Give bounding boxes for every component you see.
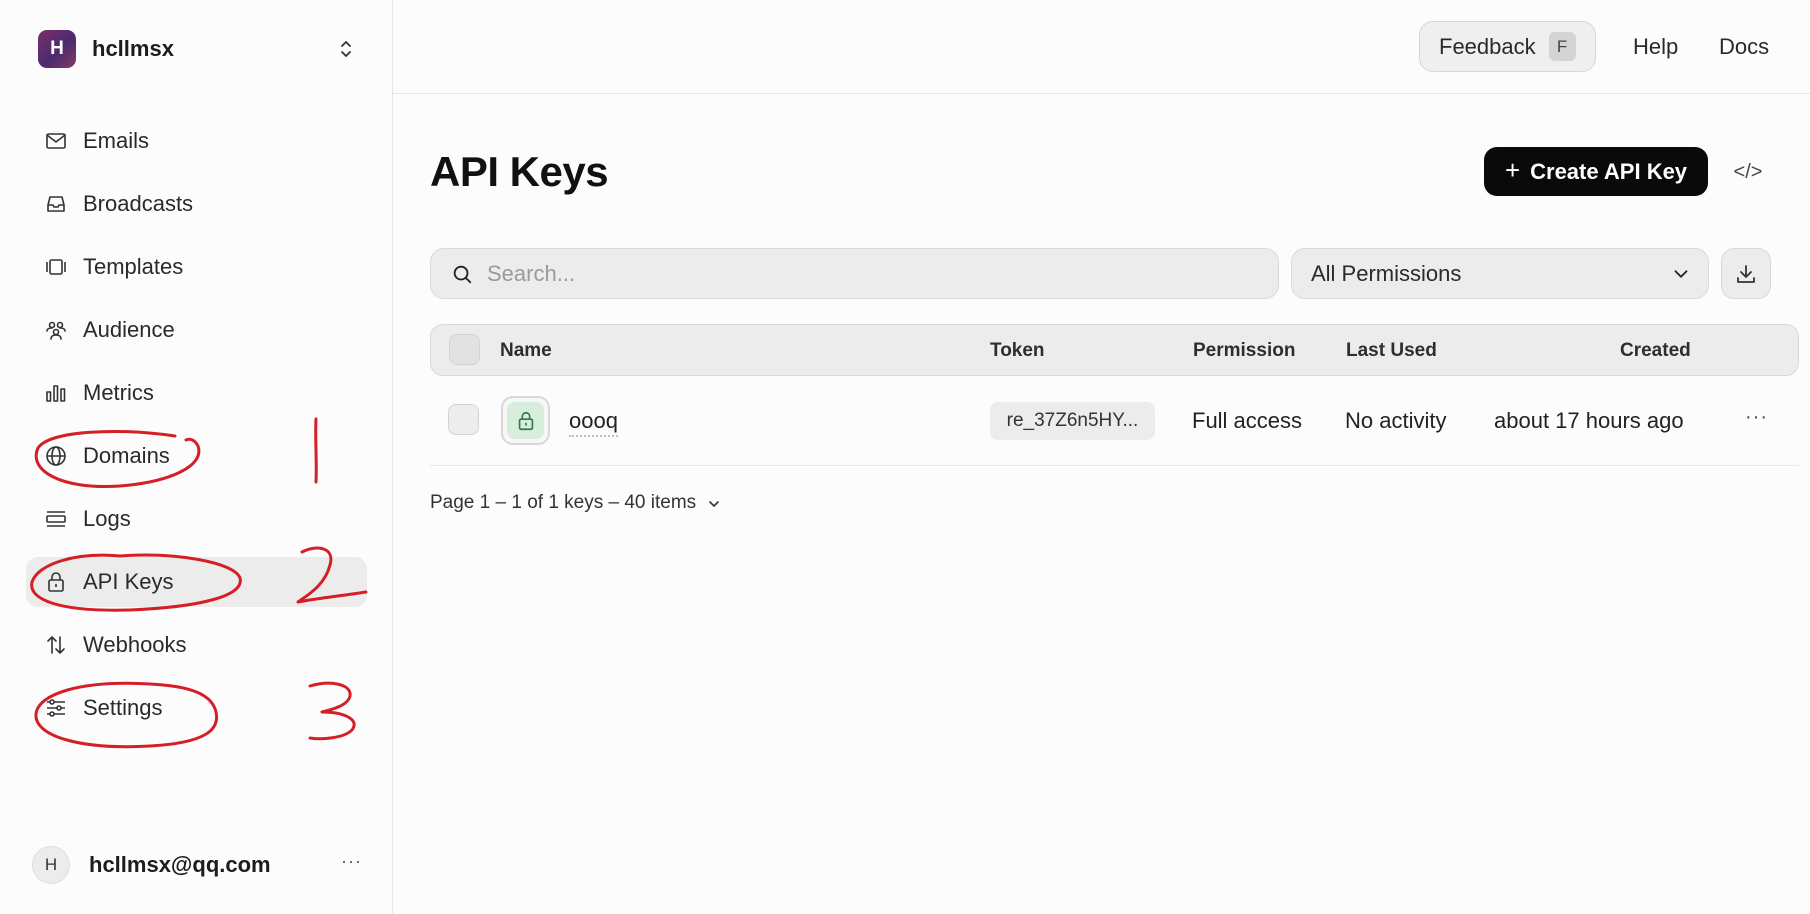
sidebar-item-label: Webhooks: [83, 632, 187, 657]
sidebar-item-label: Metrics: [83, 380, 154, 405]
create-api-key-label: Create API Key: [1530, 158, 1688, 184]
sidebar-item-label: API Keys: [83, 569, 174, 594]
sidebar-nav: Emails Broadcasts Templates Audience Met…: [26, 116, 367, 746]
pagination[interactable]: Page 1 – 1 of 1 keys – 40 items: [430, 492, 722, 514]
sliders-icon: [44, 696, 68, 720]
sidebar-item-label: Broadcasts: [83, 191, 194, 216]
sidebar-item-settings[interactable]: Settings: [26, 683, 367, 733]
api-key-last-used: No activity: [1345, 408, 1447, 433]
api-key-permission: Full access: [1192, 408, 1303, 433]
row-checkbox[interactable]: [448, 404, 479, 435]
sidebar-item-broadcasts[interactable]: Broadcasts: [26, 179, 367, 229]
sidebar-item-label: Audience: [83, 317, 175, 342]
sidebar-item-domains[interactable]: Domains: [26, 431, 367, 481]
user-email: hcllmsx@qq.com: [89, 852, 271, 877]
workspace-avatar: H: [38, 30, 76, 68]
table-header: Name Token Permission Last Used Created: [430, 324, 1799, 376]
sidebar-item-label: Settings: [83, 695, 163, 720]
top-bar: Feedback F Help Docs: [393, 0, 1810, 94]
bar-chart-icon: [44, 381, 68, 405]
sidebar-item-api-keys[interactable]: API Keys: [26, 557, 367, 607]
feedback-label: Feedback: [1439, 33, 1536, 59]
workspace-name: hcllmsx: [92, 36, 174, 61]
sidebar-item-label: Emails: [83, 128, 150, 153]
select-all-checkbox[interactable]: [449, 334, 480, 365]
lock-icon: [44, 570, 68, 594]
inbox-icon: [44, 192, 68, 216]
sidebar-item-label: Templates: [83, 254, 184, 279]
permissions-select[interactable]: All Permissions: [1291, 248, 1709, 299]
sidebar-item-webhooks[interactable]: Webhooks: [26, 620, 367, 670]
column-header-permission: Permission: [1193, 340, 1296, 361]
sidebar-item-audience[interactable]: Audience: [26, 305, 367, 355]
table-row[interactable]: oooq re_37Z6n5HY... Full access No activ…: [430, 386, 1799, 466]
code-icon[interactable]: </>: [1728, 158, 1768, 186]
download-icon: [1737, 264, 1755, 283]
search-icon: [453, 265, 472, 283]
column-header-created: Created: [1620, 340, 1691, 361]
chevron-down-icon: [709, 501, 719, 507]
chevron-down-icon: [1674, 270, 1688, 278]
feedback-button[interactable]: Feedback F: [1419, 21, 1596, 72]
sidebar-item-label: Logs: [83, 506, 131, 531]
user-menu[interactable]: H hcllmsx@qq.com ···: [32, 845, 362, 885]
templates-icon: [44, 255, 68, 279]
docs-link[interactable]: Docs: [1719, 34, 1769, 60]
sidebar-item-metrics[interactable]: Metrics: [26, 368, 367, 418]
api-key-token[interactable]: re_37Z6n5HY...: [990, 402, 1155, 440]
create-api-key-button[interactable]: + Create API Key: [1484, 147, 1708, 196]
workspace-switcher[interactable]: H hcllmsx: [38, 29, 358, 69]
feedback-shortcut-badge: F: [1548, 32, 1576, 61]
column-header-name: Name: [500, 340, 552, 361]
api-key-badge: [501, 396, 550, 445]
sidebar: H hcllmsx Emails Broadcasts Templates Au…: [0, 0, 393, 914]
column-header-last-used: Last Used: [1346, 340, 1437, 361]
row-more-button[interactable]: ···: [1745, 406, 1768, 429]
sidebar-item-label: Domains: [83, 443, 170, 468]
api-key-name-link[interactable]: oooq: [569, 408, 618, 437]
chevron-up-down-icon[interactable]: [334, 37, 358, 61]
api-key-created: about 17 hours ago: [1494, 408, 1684, 433]
pagination-label: Page 1 – 1 of 1 keys – 40 items: [430, 492, 697, 513]
arrows-icon: [44, 633, 68, 657]
help-link[interactable]: Help: [1633, 34, 1678, 60]
plus-icon: +: [1504, 155, 1521, 185]
permissions-select-value: All Permissions: [1311, 260, 1462, 286]
search-box: [430, 248, 1279, 299]
mail-icon: [44, 129, 68, 153]
page-title: API Keys: [430, 148, 609, 195]
lock-icon: [518, 411, 533, 430]
search-input[interactable]: [487, 260, 1267, 287]
sidebar-item-emails[interactable]: Emails: [26, 116, 367, 166]
users-icon: [44, 318, 68, 342]
avatar: H: [32, 846, 70, 884]
column-header-token: Token: [990, 340, 1045, 361]
user-more-button[interactable]: ···: [341, 851, 362, 872]
logs-icon: [44, 507, 68, 531]
globe-icon: [44, 444, 68, 468]
sidebar-item-templates[interactable]: Templates: [26, 242, 367, 292]
download-button[interactable]: [1721, 248, 1771, 299]
sidebar-item-logs[interactable]: Logs: [26, 494, 367, 544]
